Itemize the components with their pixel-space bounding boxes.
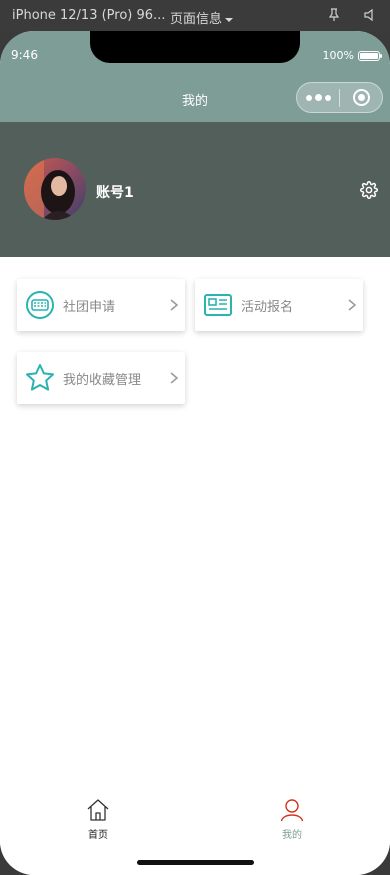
page-info-label: 页面信息: [170, 12, 223, 27]
keyboard-icon: [26, 291, 54, 319]
gear-icon[interactable]: [360, 181, 378, 199]
menu-item-label: 我的收藏管理: [63, 372, 142, 388]
chevron-right-icon: [348, 299, 357, 311]
more-icon[interactable]: [297, 94, 339, 101]
home-icon: [87, 799, 109, 821]
tab-mine[interactable]: 我的: [262, 798, 322, 841]
avatar-photo: [24, 158, 86, 220]
caret-down-icon: [225, 17, 234, 22]
star-icon: [26, 364, 54, 391]
menu-item-club-apply[interactable]: 社团申请: [17, 279, 185, 331]
menu-item-label: 社团申请: [63, 299, 116, 315]
profile-banner: 账号1: [0, 122, 390, 257]
tab-mine-label: 我的: [282, 830, 302, 841]
battery-icon: [358, 50, 382, 61]
device-selector[interactable]: iPhone 12/13 (Pro) 96...: [12, 8, 165, 23]
battery-status: 100%: [322, 49, 382, 62]
user-icon: [280, 799, 304, 822]
menu-item-label: 活动报名: [241, 299, 294, 315]
pin-icon[interactable]: [327, 8, 341, 22]
menu-item-activity-signup[interactable]: 活动报名: [195, 279, 363, 331]
tab-home[interactable]: 首页: [68, 798, 128, 841]
status-time: 9:46: [11, 48, 38, 62]
battery-percent: 100%: [322, 49, 354, 62]
phone-screen: 9:46 100% 我的 账号1 社团申请 活动报名 我的收藏管理 首页 我的: [0, 31, 390, 875]
username: 账号1: [96, 185, 134, 201]
id-card-icon: [204, 294, 232, 316]
simulator-toolbar: iPhone 12/13 (Pro) 96... 页面信息: [0, 0, 390, 31]
avatar[interactable]: [24, 158, 86, 220]
navigation-header: 9:46 100% 我的: [0, 31, 390, 122]
speaker-icon[interactable]: [363, 8, 377, 22]
tab-home-label: 首页: [88, 830, 108, 841]
chevron-right-icon: [170, 372, 179, 384]
menu-item-favorites[interactable]: 我的收藏管理: [17, 352, 185, 404]
page-info-dropdown[interactable]: 页面信息: [170, 8, 234, 27]
mini-program-capsule: [296, 82, 383, 113]
device-notch: [90, 31, 300, 63]
chevron-right-icon: [170, 299, 179, 311]
close-mini-program-icon[interactable]: [340, 89, 382, 106]
home-indicator: [137, 860, 254, 865]
